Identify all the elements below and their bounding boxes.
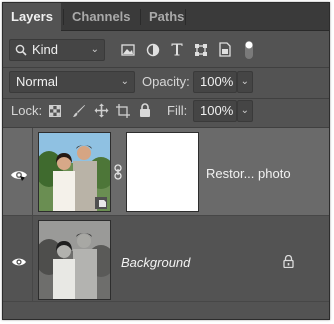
blend-mode-select[interactable]: Normal ⌄ — [9, 71, 135, 93]
layer-thumbnail[interactable] — [38, 132, 111, 212]
opacity-dropdown-button[interactable]: ⌄ — [237, 71, 253, 93]
layer-locked-icon[interactable] — [283, 255, 294, 268]
visibility-eye-icon[interactable] — [11, 257, 27, 267]
blend-row: Normal ⌄ Opacity: 100% ⌄ — [3, 68, 329, 98]
visibility-eye-icon[interactable] — [10, 168, 28, 182]
blend-mode-value: Normal — [16, 74, 58, 89]
layer-mask-thumbnail[interactable] — [126, 132, 199, 212]
restored-photo-thumbnail — [39, 133, 110, 211]
pixel-filter-icon[interactable] — [121, 43, 135, 57]
fill-label: Fill: — [167, 103, 188, 118]
filter-kind-select[interactable]: Kind ⌄ — [9, 39, 105, 61]
panel-tab-bar: Layers Channels Paths — [3, 3, 329, 32]
filter-kind-label: Kind — [32, 42, 59, 57]
panel-footer-space — [3, 301, 329, 319]
chevron-down-icon: ⌄ — [120, 76, 129, 87]
opacity-input[interactable]: 100% — [193, 71, 237, 93]
layer-thumbnail[interactable] — [38, 220, 111, 300]
fill-input[interactable]: 100% — [193, 100, 237, 122]
tab-channels[interactable]: Channels — [64, 3, 139, 31]
layer-name[interactable]: Restor... photo — [206, 166, 291, 181]
opacity-label: Opacity: — [142, 74, 190, 89]
adjustment-filter-icon[interactable] — [146, 43, 160, 57]
tab-divider — [185, 9, 186, 25]
lock-transparent-pixels-icon[interactable] — [49, 105, 61, 117]
filter-toggle-icon[interactable] — [244, 40, 254, 60]
lock-row: Lock: Fill: 100% ⌄ — [3, 99, 329, 127]
mask-link-chain-icon[interactable] — [114, 164, 122, 180]
layer-name[interactable]: Background — [121, 255, 190, 270]
background-photo-thumbnail — [39, 221, 110, 299]
search-icon — [15, 44, 27, 56]
chevron-down-icon: ⌄ — [240, 105, 249, 116]
lock-image-pixels-icon[interactable] — [72, 104, 86, 118]
chevron-down-icon: ⌄ — [240, 76, 249, 87]
tab-layers[interactable]: Layers — [3, 3, 61, 32]
chevron-down-icon: ⌄ — [90, 44, 99, 55]
lock-all-icon[interactable] — [139, 103, 151, 117]
layers-panel: Layers Channels Paths Kind ⌄ Normal ⌄ Op… — [2, 2, 330, 320]
layer-row-background[interactable]: Background — [3, 215, 329, 301]
layer-row-restored-photo[interactable]: Restor... photo — [3, 128, 329, 215]
lock-label: Lock: — [11, 103, 43, 118]
shape-filter-icon[interactable] — [194, 43, 208, 57]
lock-position-icon[interactable] — [94, 103, 109, 118]
fill-dropdown-button[interactable]: ⌄ — [237, 100, 253, 122]
smart-object-filter-icon[interactable] — [218, 42, 232, 57]
lock-artboard-icon[interactable] — [116, 104, 130, 118]
type-filter-icon[interactable] — [170, 42, 184, 57]
filter-row: Kind ⌄ — [3, 31, 329, 67]
